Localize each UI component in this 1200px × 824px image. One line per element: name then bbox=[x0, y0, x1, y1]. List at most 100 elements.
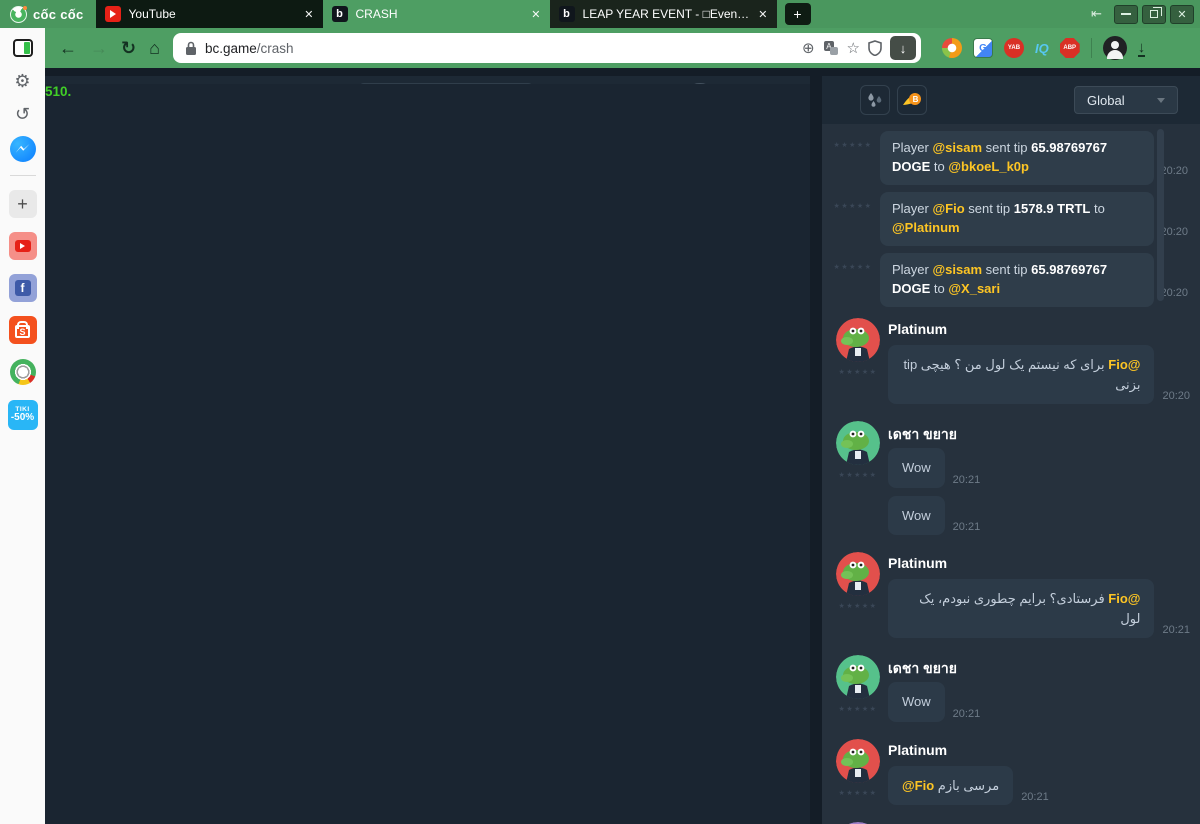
chat-message: ★★★★★Platinum@Fio برای که نیستم یک لول م… bbox=[830, 321, 1190, 404]
message-text: Player bbox=[892, 262, 932, 277]
avatar[interactable] bbox=[836, 655, 880, 699]
rank-stars: ★★★★★ bbox=[836, 789, 880, 797]
translate-extension-icon[interactable]: G bbox=[973, 38, 993, 58]
window-controls: ⇤ ✕ bbox=[1091, 0, 1200, 28]
chat-username[interactable]: เดชา ขยาย bbox=[888, 658, 1190, 678]
tab-strip: cốc cốc YouTube✕bCRASH✕ b LEAP YEAR EVENT … bbox=[0, 0, 1200, 28]
close-tab-icon[interactable]: ✕ bbox=[531, 8, 540, 21]
message-text: Wow bbox=[902, 694, 931, 709]
chat-username[interactable]: Platinum bbox=[888, 555, 1190, 575]
profile-avatar-icon[interactable] bbox=[1103, 36, 1127, 60]
mention[interactable]: @Fio bbox=[1108, 591, 1140, 606]
chat-username[interactable]: Platinum bbox=[888, 742, 1190, 762]
mention[interactable]: @Fio bbox=[1108, 357, 1140, 372]
minimize-button[interactable] bbox=[1114, 5, 1138, 24]
avatar[interactable] bbox=[836, 421, 880, 465]
shield-icon[interactable] bbox=[868, 40, 882, 56]
browser-tab[interactable]: bCRASH✕ bbox=[323, 0, 550, 28]
mention[interactable]: @X_sari bbox=[948, 281, 1000, 296]
timestamp: 20:20 bbox=[1160, 226, 1188, 238]
browser-tab[interactable]: b LEAP YEAR EVENT - □Event - C ✕ bbox=[550, 0, 777, 28]
message-text: sent tip bbox=[965, 201, 1014, 216]
home-button[interactable]: ⌂ bbox=[149, 38, 160, 59]
chat-username[interactable]: Platinum bbox=[888, 321, 1190, 341]
back-button[interactable]: ← bbox=[59, 38, 77, 59]
fireball-icon: B bbox=[902, 91, 922, 109]
chat-bubble: @Fio فرستادی؟ برایم چطوری نبودم، یک لول bbox=[888, 579, 1154, 638]
settings-gear-icon[interactable]: ⚙ bbox=[14, 72, 30, 90]
close-tab-icon[interactable]: ✕ bbox=[304, 8, 313, 21]
history-icon[interactable]: ↺ bbox=[15, 105, 30, 123]
timestamp: 20:21 bbox=[1162, 624, 1190, 638]
main-column: 0.47973117 TRTL bbox=[45, 76, 810, 824]
translate-page-icon[interactable]: A bbox=[823, 40, 839, 56]
sidebar-divider bbox=[10, 175, 36, 176]
message-text: مرسی بازم bbox=[934, 778, 999, 793]
chat-bubble: Player @sisam sent tip 65.98769767 DOGE … bbox=[880, 131, 1154, 185]
browser-window: cốc cốc YouTube✕bCRASH✕ b LEAP YEAR EVENT … bbox=[0, 0, 1200, 824]
chat-scrollbar[interactable] bbox=[1157, 129, 1164, 301]
rain-button[interactable] bbox=[860, 85, 890, 115]
downloads-tray-icon[interactable]: ↓ bbox=[1138, 40, 1146, 57]
forward-button[interactable]: → bbox=[90, 38, 108, 59]
dock-sidebar-icon[interactable]: ⇤ bbox=[1091, 6, 1102, 22]
reload-button[interactable]: ↻ bbox=[121, 38, 136, 59]
tab-list: YouTube✕bCRASH✕ b LEAP YEAR EVENT - □Event… bbox=[96, 0, 777, 28]
mention[interactable]: @Fio bbox=[932, 201, 964, 216]
fireball-button[interactable]: B bbox=[897, 85, 927, 115]
mention[interactable]: @bkoeL_k0p bbox=[948, 159, 1029, 174]
yab-extension-icon[interactable]: YAB bbox=[1004, 38, 1024, 58]
mention[interactable]: @Fio bbox=[902, 778, 934, 793]
chat-tip-message: ★★★★★Player @Fio sent tip 1578.9 TRTL to… bbox=[830, 192, 1190, 246]
restore-button[interactable] bbox=[1142, 5, 1166, 24]
iq-extension-icon[interactable]: IQ bbox=[1035, 41, 1049, 56]
bookmark-star-icon[interactable]: ☆ bbox=[847, 39, 860, 57]
chat-bubble: Wow bbox=[888, 448, 945, 488]
new-tab-button[interactable]: + bbox=[785, 3, 811, 25]
timestamp: 20:21 bbox=[953, 708, 981, 722]
chat-bubble: @Fio مرسی بازم bbox=[888, 766, 1013, 806]
chat-bubble-row: Wow 20:21 bbox=[888, 682, 1190, 722]
chat-message-list: ★★★★★ Player @sisam sent tip 65.98769767 … bbox=[822, 124, 1200, 824]
message-text: sent tip bbox=[982, 140, 1031, 155]
close-tab-icon[interactable]: ✕ bbox=[758, 8, 767, 21]
tiki-shortcut-icon[interactable]: TIKI-50% bbox=[8, 400, 38, 430]
chat-username[interactable]: เดชา ขยาย bbox=[888, 424, 1190, 444]
avatar[interactable] bbox=[836, 318, 880, 362]
mention[interactable]: @sisam bbox=[932, 262, 982, 277]
bets-table-body: 21992522.88xBang46.0000000TRTL-46.000000… bbox=[45, 396, 810, 824]
close-window-button[interactable]: ✕ bbox=[1170, 5, 1194, 24]
youtube-shortcut-icon[interactable] bbox=[9, 232, 37, 260]
facebook-shortcut-icon[interactable]: f bbox=[9, 274, 37, 302]
bcgame-page: 0.47973117 TRTL bbox=[45, 68, 1200, 824]
rank-stars: ★★★★★ bbox=[830, 263, 876, 271]
messenger-icon[interactable] bbox=[10, 136, 36, 162]
chat-bubble: Wow bbox=[888, 682, 945, 722]
avatar[interactable] bbox=[836, 552, 880, 596]
chat-channel-selector[interactable]: Global bbox=[1074, 86, 1178, 114]
timestamp: 20:21 bbox=[953, 474, 981, 488]
timestamp: 20:21 bbox=[953, 521, 981, 535]
sidebar-toggle-icon[interactable] bbox=[13, 39, 33, 57]
zoom-page-icon[interactable]: ⊕ bbox=[802, 39, 815, 57]
shopee-shortcut-icon[interactable]: S bbox=[9, 316, 37, 344]
mention[interactable]: @Platinum bbox=[892, 220, 960, 235]
add-shortcut-button[interactable]: + bbox=[9, 190, 37, 218]
svg-text:B: B bbox=[913, 95, 919, 104]
mention[interactable]: @sisam bbox=[932, 140, 982, 155]
download-page-button[interactable]: ↓ bbox=[890, 36, 916, 60]
chat-bubble: Player @Fio sent tip 1578.9 TRTL to @Pla… bbox=[880, 192, 1154, 246]
chat-message: ★★★★★Platinum@Fio مرسی بازم20:21 bbox=[830, 742, 1190, 806]
coccoc-brand[interactable]: cốc cốc bbox=[0, 0, 96, 28]
bcgame-favicon-icon: b bbox=[559, 6, 575, 22]
browser-tab[interactable]: YouTube✕ bbox=[96, 0, 323, 28]
avatar[interactable] bbox=[836, 739, 880, 783]
coccoc-extension-icon[interactable] bbox=[942, 38, 962, 58]
coccoc-shortcut-icon[interactable] bbox=[9, 358, 37, 386]
chat-channel-label: Global bbox=[1087, 93, 1125, 108]
message-text: to bbox=[930, 159, 948, 174]
tab-title: LEAP YEAR EVENT - □Event - C bbox=[583, 7, 751, 21]
address-bar[interactable]: bc.game/crash ⊕ A ☆ ↓ bbox=[173, 33, 921, 63]
adblock-extension-icon[interactable]: ABP bbox=[1060, 38, 1080, 58]
rain-drops-icon bbox=[866, 92, 884, 108]
